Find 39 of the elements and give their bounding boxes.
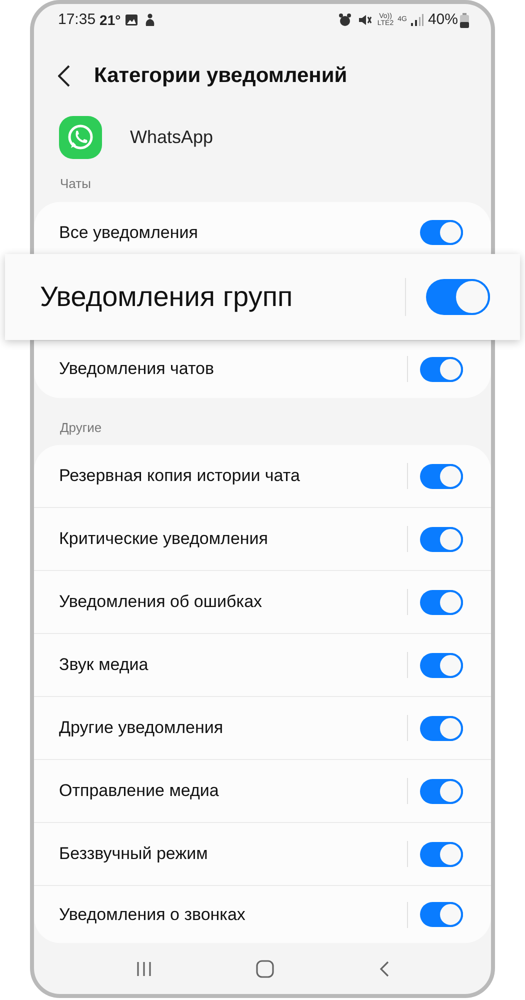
mute-icon: [358, 13, 372, 27]
row-label: Звук медиа: [59, 654, 150, 676]
recent-apps-icon[interactable]: [136, 960, 152, 976]
section-header: Чаты: [59, 175, 92, 193]
row-label: Все уведомления: [59, 222, 199, 244]
row-label: Критические уведомления: [59, 528, 270, 550]
row-label: Другие уведомления: [59, 717, 224, 740]
battery-icon: [460, 12, 469, 28]
toggle-switch[interactable]: [420, 464, 463, 488]
home-icon[interactable]: [256, 960, 274, 978]
status-time: 17:35: [58, 10, 96, 30]
page-title: Категории уведомлений: [94, 63, 348, 90]
toggle-switch[interactable]: [420, 778, 463, 804]
row-label: Уведомления групп: [40, 280, 294, 314]
toggle-switch[interactable]: [420, 526, 463, 552]
app-name: WhatsApp: [130, 126, 214, 149]
toggle-switch[interactable]: [420, 842, 463, 866]
back-icon[interactable]: [378, 960, 389, 976]
row-label: Уведомления о звонках: [59, 904, 246, 926]
row-label: Уведомления об ошибках: [59, 591, 264, 614]
toggle-switch[interactable]: [420, 652, 463, 678]
back-icon: [58, 65, 70, 87]
signal-icon: [410, 14, 424, 26]
row-label: Резервная копия истории чата: [59, 465, 301, 488]
status-temperature: 21°: [100, 10, 121, 30]
toggle-switch[interactable]: [426, 278, 490, 314]
person-icon: [144, 13, 156, 27]
toggle-switch[interactable]: [420, 716, 463, 740]
row-label: Уведомления чатов: [59, 358, 216, 380]
toggle-switch[interactable]: [420, 590, 463, 614]
image-icon: [124, 14, 138, 26]
row-label: Беззвучный режим: [59, 843, 209, 866]
row-label: Отправление медиа: [59, 780, 220, 802]
section-header: Другие: [59, 418, 103, 437]
toggle-switch[interactable]: [420, 902, 463, 927]
app-icon: [59, 116, 102, 158]
toggle-switch[interactable]: [420, 356, 463, 382]
battery-percent: 40%: [428, 10, 458, 30]
toggle-switch[interactable]: [420, 220, 463, 245]
